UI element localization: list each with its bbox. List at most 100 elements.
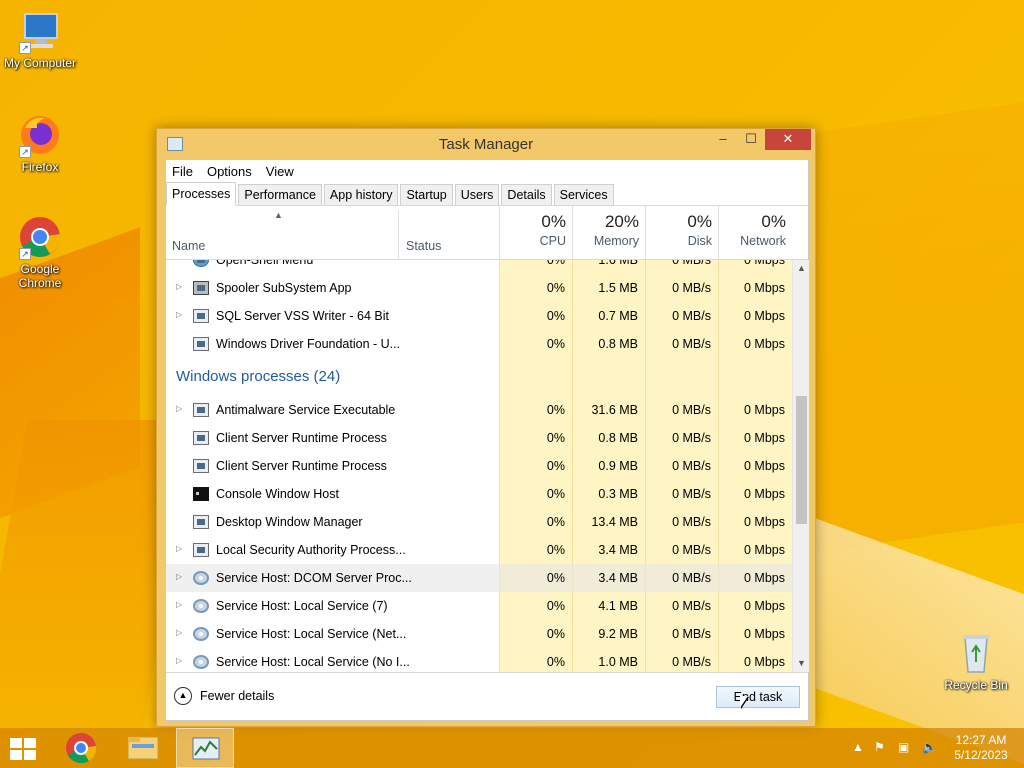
cell-mem: 0.8 MB [598,337,638,351]
disk-total: 0% [687,212,712,231]
column-network[interactable]: 0% Network [718,206,792,259]
scroll-up-icon[interactable]: ▲ [793,260,810,277]
volume-muted-icon[interactable]: 🔈 [922,740,937,754]
expand-chevron-icon[interactable]: ▷ [176,600,182,609]
process-row[interactable]: Desktop Window Manager 0% 13.4 MB 0 MB/s 0 M… [166,508,792,536]
end-task-button[interactable]: End task [716,686,800,708]
expand-chevron-icon[interactable]: ▷ [176,310,182,319]
menu-file[interactable]: File [172,164,193,179]
desktop-icon-recycle-bin[interactable]: Recycle Bin [936,630,1016,692]
mouse-cursor-icon [740,696,748,708]
cell-disk: 0 MB/s [672,337,711,351]
cell-net: 0 Mbps [744,599,785,613]
close-button[interactable]: ✕ [765,129,811,150]
cell-disk: 0 MB/s [672,281,711,295]
process-row[interactable]: ▷ Spooler SubSystem App 0% 1.5 MB 0 MB/s 0 Mb… [166,274,792,302]
process-icon [193,571,209,585]
process-row[interactable]: Open-Shell Menu 0% 1.6 MB 0 MB/s 0 Mbps [166,260,792,274]
system-clock[interactable]: 12:27 AM 5/12/2023 [948,733,1014,763]
process-row[interactable]: ▷ Service Host: Local Service (7) 0% 4.1 MB… [166,592,792,620]
column-status[interactable]: Status [406,239,441,253]
process-row[interactable]: Windows Driver Foundation - U... 0% 0.8 MB… [166,330,792,358]
desktop-icon-firefox[interactable]: ↗ Firefox [0,112,80,174]
cell-disk: 0 MB/s [672,260,711,267]
cell-disk: 0 MB/s [672,515,711,529]
process-name: Service Host: DCOM Server Proc... [216,571,412,585]
vertical-scrollbar[interactable]: ▲ ▼ [792,260,809,672]
fewer-details-button[interactable]: ▲ Fewer details [174,687,274,705]
expand-chevron-icon[interactable]: ▷ [176,404,182,413]
tab-app-history[interactable]: App history [323,184,399,205]
scroll-down-icon[interactable]: ▼ [793,655,810,672]
process-icon [193,543,209,557]
desktop-icon-my-computer[interactable]: ↗ My Computer [0,8,80,70]
title-bar[interactable]: Task Manager ‒ ☐ ✕ [157,129,815,159]
cpu-label: CPU [539,234,566,248]
process-row[interactable]: ▷ Service Host: Local Service (No I... 0% 1… [166,648,792,672]
show-hidden-icons[interactable]: ▲ [852,740,864,754]
group-header[interactable]: Windows processes (24) [166,362,792,400]
process-name: Client Server Runtime Process [216,459,387,473]
tab-services[interactable]: Services [553,184,614,205]
taskbar-file-explorer[interactable] [114,728,172,768]
minimize-button[interactable]: ‒ [709,129,737,150]
scrollbar-thumb[interactable] [796,396,807,524]
task-manager-window: Task Manager ‒ ☐ ✕ File Options View Pro… [156,128,816,727]
expand-chevron-icon[interactable]: ▷ [176,628,182,637]
cell-mem: 0.9 MB [598,459,638,473]
menu-view[interactable]: View [266,164,294,179]
taskbar-chrome[interactable] [52,728,110,768]
expand-chevron-icon[interactable]: ▷ [176,544,182,553]
process-row[interactable]: ▷ Service Host: DCOM Server Proc... 0% 3.4 … [166,564,792,592]
cell-disk: 0 MB/s [672,487,711,501]
process-row[interactable]: Console Window Host 0% 0.3 MB 0 MB/s 0 Mbps [166,480,792,508]
process-name: Service Host: Local Service (No I... [216,655,410,669]
process-row[interactable]: ▷ Local Security Authority Process... 0% 3.… [166,536,792,564]
start-button[interactable] [10,738,38,760]
expand-chevron-icon[interactable]: ▷ [176,282,182,291]
desktop-icon-google-chrome[interactable]: ↗ Google Chrome [0,214,80,290]
expand-chevron-icon[interactable]: ▷ [176,572,182,581]
cell-net: 0 Mbps [744,543,785,557]
disk-label: Disk [687,234,712,248]
process-row[interactable]: Client Server Runtime Process 0% 0.8 MB 0 M… [166,424,792,452]
tab-startup[interactable]: Startup [400,184,453,205]
maximize-button[interactable]: ☐ [737,129,765,150]
process-icon [193,337,209,351]
memory-label: Memory [593,234,639,248]
column-cpu[interactable]: 0% CPU [499,206,572,259]
clock-date: 5/12/2023 [954,748,1008,762]
shortcut-arrow-icon: ↗ [19,146,31,158]
network-label: Network [740,234,786,248]
taskbar-task-manager[interactable] [176,728,234,768]
cell-cpu: 0% [546,337,565,351]
process-row[interactable]: Client Server Runtime Process 0% 0.9 MB 0 M… [166,452,792,480]
column-name[interactable]: Name [172,239,205,253]
column-disk[interactable]: 0% Disk [645,206,718,259]
process-icon [193,599,209,613]
tab-performance[interactable]: Performance [238,184,322,205]
process-row[interactable]: ▷ Antimalware Service Executable 0% 31.6 MB… [166,396,792,424]
process-row[interactable]: ▷ SQL Server VSS Writer - 64 Bit 0% 0.7 MB 0… [166,302,792,330]
process-list[interactable]: Open-Shell Menu 0% 1.6 MB 0 MB/s 0 Mbps ▷ Spoo… [166,260,792,672]
cell-net: 0 Mbps [744,627,785,641]
process-name: Spooler SubSystem App [216,281,352,295]
network-total: 0% [761,212,786,231]
cell-cpu: 0% [546,571,565,585]
tab-details[interactable]: Details [501,184,552,205]
process-icon [193,431,209,445]
process-name: SQL Server VSS Writer - 64 Bit [216,309,389,323]
column-header: ▲ Name Status 0% CPU 20% Memory 0% Disk … [166,206,808,260]
process-icon [193,655,209,669]
action-center-flag-icon[interactable]: ⚑ [874,740,885,754]
network-icon[interactable]: ▣ [898,740,909,754]
cell-net: 0 Mbps [744,655,785,669]
expand-chevron-icon[interactable]: ▷ [176,656,182,665]
cell-cpu: 0% [546,599,565,613]
menu-options[interactable]: Options [207,164,252,179]
process-icon [193,260,209,267]
tab-users[interactable]: Users [454,184,500,205]
process-row[interactable]: ▷ Service Host: Local Service (Net... 0% 9.… [166,620,792,648]
column-memory[interactable]: 20% Memory [572,206,645,259]
tab-processes[interactable]: Processes [166,182,237,206]
